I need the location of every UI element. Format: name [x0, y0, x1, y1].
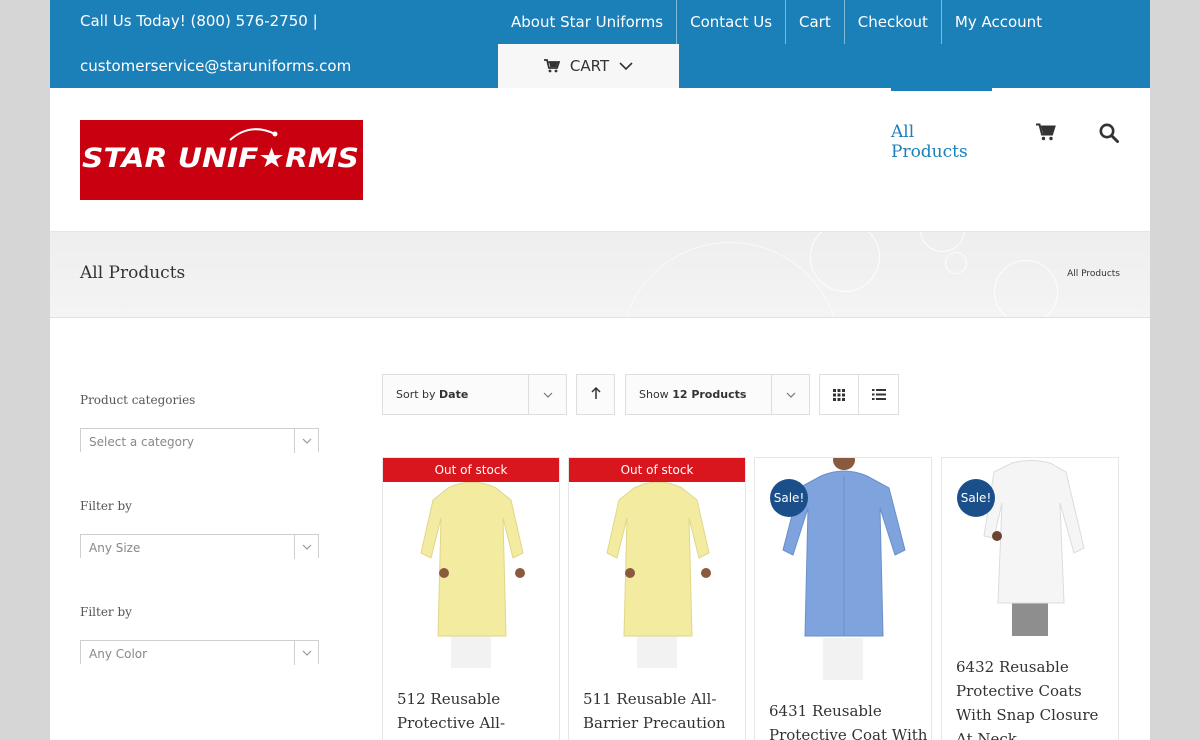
arrow-up-icon — [590, 386, 601, 403]
decor-bubble — [810, 232, 880, 292]
category-select[interactable]: Select a category — [80, 428, 319, 453]
product-card[interactable]: Out of stock 511 Reusable All-Barrier Pr… — [568, 457, 746, 740]
contact-phone: Call Us Today! (800) 576-2750 | — [80, 12, 318, 30]
list-view-icon[interactable] — [859, 375, 898, 414]
page-title: All Products — [80, 263, 186, 283]
chevron-down-icon — [771, 375, 809, 414]
chevron-down-icon — [294, 641, 318, 665]
filter-size-label: Filter by — [80, 499, 132, 513]
site-header: STAR UNIF★RMS All Products — [50, 88, 1150, 232]
show-value: 12 Products — [672, 388, 747, 401]
chevron-down-icon — [528, 375, 566, 414]
product-card[interactable]: Sale! 6431 Reusable Protective Coat With — [754, 457, 932, 740]
product-image[interactable] — [383, 458, 560, 668]
view-toggle — [819, 374, 899, 415]
nav-cart[interactable]: Cart — [785, 0, 844, 44]
sort-by-select[interactable]: Sort by Date — [382, 374, 567, 415]
out-of-stock-badge: Out of stock — [569, 458, 745, 482]
cart-label: CART — [569, 57, 610, 75]
color-filter-select[interactable]: Any Color — [80, 640, 319, 665]
logo-graphic: STAR UNIF★RMS — [80, 120, 363, 200]
cart-dropdown-button[interactable]: CART — [498, 44, 679, 88]
nav-about[interactable]: About Star Uniforms — [498, 0, 676, 44]
page: Call Us Today! (800) 576-2750 | customer… — [50, 0, 1150, 740]
decor-bubble — [620, 242, 840, 317]
size-filter-select[interactable]: Any Size — [80, 534, 319, 559]
search-icon[interactable] — [1099, 123, 1119, 147]
cart-icon — [543, 59, 560, 73]
header-cart-icon[interactable] — [1036, 123, 1056, 145]
page-title-bar: All Products All Products — [50, 232, 1150, 318]
category-select-value: Select a category — [89, 435, 195, 449]
nav-all-products[interactable]: All Products — [891, 88, 992, 176]
sale-badge: Sale! — [957, 479, 995, 517]
breadcrumb: All Products — [1067, 269, 1120, 279]
nav-my-account[interactable]: My Account — [940, 0, 1055, 44]
chevron-down-icon — [294, 429, 318, 453]
nav-checkout[interactable]: Checkout — [843, 0, 941, 44]
product-image[interactable] — [569, 458, 746, 668]
top-nav: About Star Uniforms Contact Us Cart Chec… — [498, 0, 1055, 44]
product-name[interactable]: 6431 Reusable Protective Coat With — [769, 699, 929, 740]
filter-color-label: Filter by — [80, 605, 132, 619]
decor-bubble — [920, 232, 965, 252]
decor-bubble — [945, 252, 967, 274]
sort-prefix: Sort by — [396, 388, 436, 401]
sort-direction-button[interactable] — [576, 374, 615, 415]
categories-label: Product categories — [80, 393, 196, 407]
color-filter-value: Any Color — [89, 647, 148, 661]
show-prefix: Show — [639, 388, 669, 401]
chevron-down-icon — [294, 535, 318, 559]
product-name[interactable]: 512 Reusable Protective All- — [397, 687, 557, 735]
product-card[interactable]: Sale! 6432 Reusable Protective Coats Wit… — [941, 457, 1119, 740]
decor-bubble — [994, 260, 1058, 317]
product-name[interactable]: 6432 Reusable Protective Coats With Snap… — [956, 655, 1116, 740]
chevron-down-icon — [619, 61, 633, 71]
nav-contact[interactable]: Contact Us — [676, 0, 785, 44]
contact-email[interactable]: customerservice@staruniforms.com — [80, 57, 351, 75]
sale-badge: Sale! — [770, 479, 808, 517]
product-card[interactable]: Out of stock 512 Reusable Protective All… — [382, 457, 560, 740]
top-bar: Call Us Today! (800) 576-2750 | customer… — [50, 0, 1150, 88]
size-filter-value: Any Size — [89, 541, 141, 555]
sort-value: Date — [439, 388, 469, 401]
show-count-select[interactable]: Show 12 Products — [625, 374, 810, 415]
grid-view-icon[interactable] — [820, 375, 859, 414]
nav-all-products-label: All Products — [891, 122, 968, 162]
site-logo[interactable]: STAR UNIF★RMS — [80, 120, 363, 200]
out-of-stock-badge: Out of stock — [383, 458, 559, 482]
product-name[interactable]: 511 Reusable All-Barrier Precaution — [583, 687, 743, 735]
svg-text:STAR UNIF★RMS: STAR UNIF★RMS — [82, 143, 359, 174]
